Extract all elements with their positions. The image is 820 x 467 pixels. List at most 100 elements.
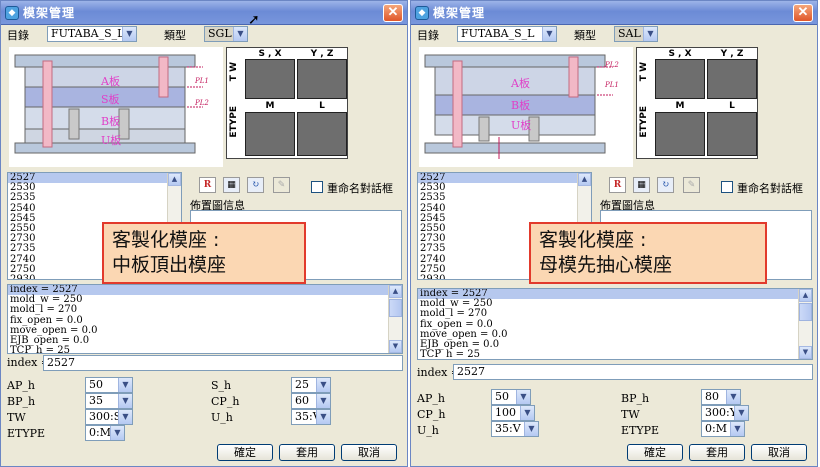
chevron-down-icon: ▼	[520, 406, 534, 420]
l-label: L	[319, 101, 325, 111]
catalog-value: FUTABA_S_L	[461, 27, 535, 40]
field-value: 35	[89, 394, 103, 407]
parameter-list[interactable]: index = 2527 mold_w = 250 mold_l = 270 fix_…	[7, 284, 403, 354]
list-item[interactable]: TCP_h = 25	[8, 346, 402, 353]
ap-h-select[interactable]: 50 ▼	[85, 377, 133, 393]
index-input[interactable]: 2527	[453, 364, 813, 380]
close-button[interactable]: ✕	[793, 3, 813, 22]
field-value: 35:V	[495, 422, 521, 435]
cancel-button[interactable]: 取消	[341, 444, 397, 461]
field-label: ETYPE	[621, 424, 660, 437]
yz-type-option[interactable]	[707, 59, 757, 99]
refresh-icon[interactable]: ↻	[247, 177, 264, 193]
etype-select[interactable]: 0:M ▼	[701, 421, 745, 437]
title-bar: ◆ 模架管理 ✕	[1, 1, 407, 25]
tw-etype-grid: T W ETYPE S , X Y , Z M L	[636, 47, 758, 159]
annotation-callout: 客製化模座 : 母模先抽心模座	[529, 222, 767, 284]
table-icon[interactable]: ▦	[633, 177, 650, 193]
parameter-list-scrollbar[interactable]: ▲ ▼	[798, 289, 812, 359]
sx-type-option[interactable]	[655, 59, 705, 99]
scroll-up-icon[interactable]: ▲	[389, 285, 402, 298]
field-label: BP_h	[621, 392, 650, 405]
app-icon: ◆	[415, 5, 429, 20]
scroll-thumb[interactable]	[799, 303, 812, 321]
parameter-list-scrollbar[interactable]: ▲ ▼	[388, 285, 402, 353]
report-icon[interactable]: R	[199, 177, 216, 193]
disabled-tool-icon[interactable]: ✎	[273, 177, 290, 193]
cancel-button[interactable]: 取消	[751, 444, 807, 461]
chevron-down-icon: ▼	[118, 410, 132, 424]
s-plate-label: S板	[101, 93, 120, 106]
m-label: M	[265, 101, 275, 111]
catalog-select[interactable]: FUTABA_S_L ▼	[47, 26, 137, 42]
etype-axis-label: ETYPE	[639, 106, 649, 138]
field-label: U_h	[417, 424, 439, 437]
table-icon[interactable]: ▦	[223, 177, 240, 193]
b-plate-label: B板	[511, 99, 531, 112]
close-icon: ✕	[797, 4, 809, 20]
scroll-up-icon[interactable]: ▲	[168, 173, 181, 186]
scroll-down-icon[interactable]: ▼	[799, 346, 812, 359]
m-etype-option[interactable]	[245, 112, 295, 156]
ok-button[interactable]: 確定	[627, 444, 683, 461]
field-value: 60	[295, 394, 309, 407]
field-label: AP_h	[417, 392, 445, 405]
bp-h-select[interactable]: 80 ▼	[701, 389, 741, 405]
scroll-up-icon[interactable]: ▲	[578, 173, 591, 186]
chevron-down-icon: ▼	[730, 422, 744, 436]
cp-h-select[interactable]: 100 ▼	[491, 405, 535, 421]
catalog-select[interactable]: FUTABA_S_L ▼	[457, 26, 557, 42]
report-icon[interactable]: R	[609, 177, 626, 193]
l-etype-option[interactable]	[707, 112, 757, 156]
chevron-down-icon: ▼	[726, 390, 740, 404]
apply-button[interactable]: 套用	[279, 444, 335, 461]
yz-type-option[interactable]	[297, 59, 347, 99]
s-h-select[interactable]: 25 ▼	[291, 377, 331, 393]
chevron-down-icon: ▼	[316, 394, 330, 408]
field-value: 80	[705, 390, 719, 403]
disabled-tool-icon[interactable]: ✎	[683, 177, 700, 193]
rename-dialog-checkbox[interactable]	[311, 181, 323, 193]
ap-h-select[interactable]: 50 ▼	[491, 389, 531, 405]
chevron-down-icon: ▼	[316, 378, 330, 392]
chevron-down-icon: ▼	[233, 27, 247, 41]
apply-button[interactable]: 套用	[689, 444, 745, 461]
mold-base-diagram: A板 S板 B板 U板 PL1 PL2	[9, 47, 223, 167]
type-select[interactable]: SGL ▼	[204, 26, 248, 42]
sx-type-option[interactable]	[245, 59, 295, 99]
tw-select[interactable]: 300:S ▼	[85, 409, 133, 425]
field-label: ETYPE	[7, 427, 46, 440]
type-value: SAL	[618, 27, 641, 40]
mold-base-dialog-left: ◆ 模架管理 ✕ 目錄 FUTABA_S_L ▼ 類型 SGL ▼ A板 S板 B板…	[0, 0, 408, 467]
catalog-value: FUTABA_S_L	[51, 27, 125, 40]
field-label: U_h	[211, 411, 233, 424]
chevron-down-icon: ▼	[516, 390, 530, 404]
bp-h-select[interactable]: 35 ▼	[85, 393, 133, 409]
close-button[interactable]: ✕	[383, 3, 403, 22]
field-label: TW	[621, 408, 640, 421]
field-label: BP_h	[7, 395, 36, 408]
u-h-select[interactable]: 35:V ▼	[491, 421, 539, 437]
type-label: 類型	[164, 29, 186, 42]
scroll-thumb[interactable]	[389, 299, 402, 317]
rename-dialog-checkbox[interactable]	[721, 181, 733, 193]
chevron-down-icon: ▼	[316, 410, 330, 424]
tw-select[interactable]: 300:Y ▼	[701, 405, 749, 421]
parameter-list[interactable]: index = 2527 mold_w = 250 mold_l = 270 fix_…	[417, 288, 813, 360]
etype-select[interactable]: 0:M ▼	[85, 425, 125, 441]
type-select[interactable]: SAL ▼	[614, 26, 658, 42]
refresh-icon[interactable]: ↻	[657, 177, 674, 193]
ok-button[interactable]: 確定	[217, 444, 273, 461]
m-etype-option[interactable]	[655, 112, 705, 156]
field-value: 0:M	[89, 426, 111, 439]
l-etype-option[interactable]	[297, 112, 347, 156]
chevron-down-icon: ▼	[643, 27, 657, 41]
scroll-down-icon[interactable]: ▼	[389, 340, 402, 353]
cp-h-select[interactable]: 60 ▼	[291, 393, 331, 409]
scroll-up-icon[interactable]: ▲	[799, 289, 812, 302]
u-plate-label: U板	[511, 119, 532, 132]
index-input[interactable]: 2527	[43, 355, 403, 371]
l-label: L	[729, 101, 735, 111]
parameter-list-rows: index = 2527 mold_w = 250 mold_l = 270 fix_…	[418, 289, 812, 359]
u-h-select[interactable]: 35:V ▼	[291, 409, 331, 425]
